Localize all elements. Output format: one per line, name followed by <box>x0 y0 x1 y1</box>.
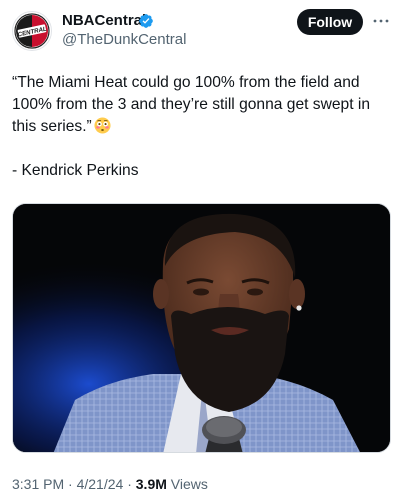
nba-central-logo: CENTRAL <box>14 13 50 49</box>
author-handle[interactable]: @TheDunkCentral <box>62 31 186 49</box>
verified-badge-icon <box>139 14 153 28</box>
tweet-header: CENTRAL NBACentral @TheDunkCentral Follo… <box>0 0 403 60</box>
tweet-text-line: “The Miami Heat could go 100% from the f… <box>12 74 360 91</box>
tweet-text-line: 100% from the 3 and they’re still gonna … <box>12 96 371 113</box>
meta-separator: · <box>123 476 136 492</box>
author-display-name[interactable]: NBACentral <box>62 12 146 30</box>
views-count[interactable]: 3.9M <box>136 476 167 492</box>
flushed-face-emoji-icon <box>94 117 111 134</box>
meta-separator: · <box>64 476 77 492</box>
follow-button[interactable]: Follow <box>297 9 363 35</box>
tweet-text-line: this series.” <box>12 116 397 138</box>
tweet-attribution: - Kendrick Perkins <box>12 162 139 179</box>
tweet-date[interactable]: 4/21/24 <box>77 476 124 492</box>
tweet-text-fragment: this series.” <box>12 118 92 135</box>
views-label: Views <box>166 476 208 492</box>
more-horizontal-icon[interactable] <box>372 12 390 30</box>
tweet-photo[interactable] <box>12 203 391 453</box>
author-avatar[interactable]: CENTRAL <box>12 11 52 51</box>
tweet-metadata: 3:31 PM · 4/21/24 · 3.9M Views <box>12 475 208 493</box>
tweet-body: “The Miami Heat could go 100% from the f… <box>12 72 397 182</box>
tweet-time[interactable]: 3:31 PM <box>12 476 64 492</box>
photo-of-man-with-microphone <box>13 204 390 452</box>
